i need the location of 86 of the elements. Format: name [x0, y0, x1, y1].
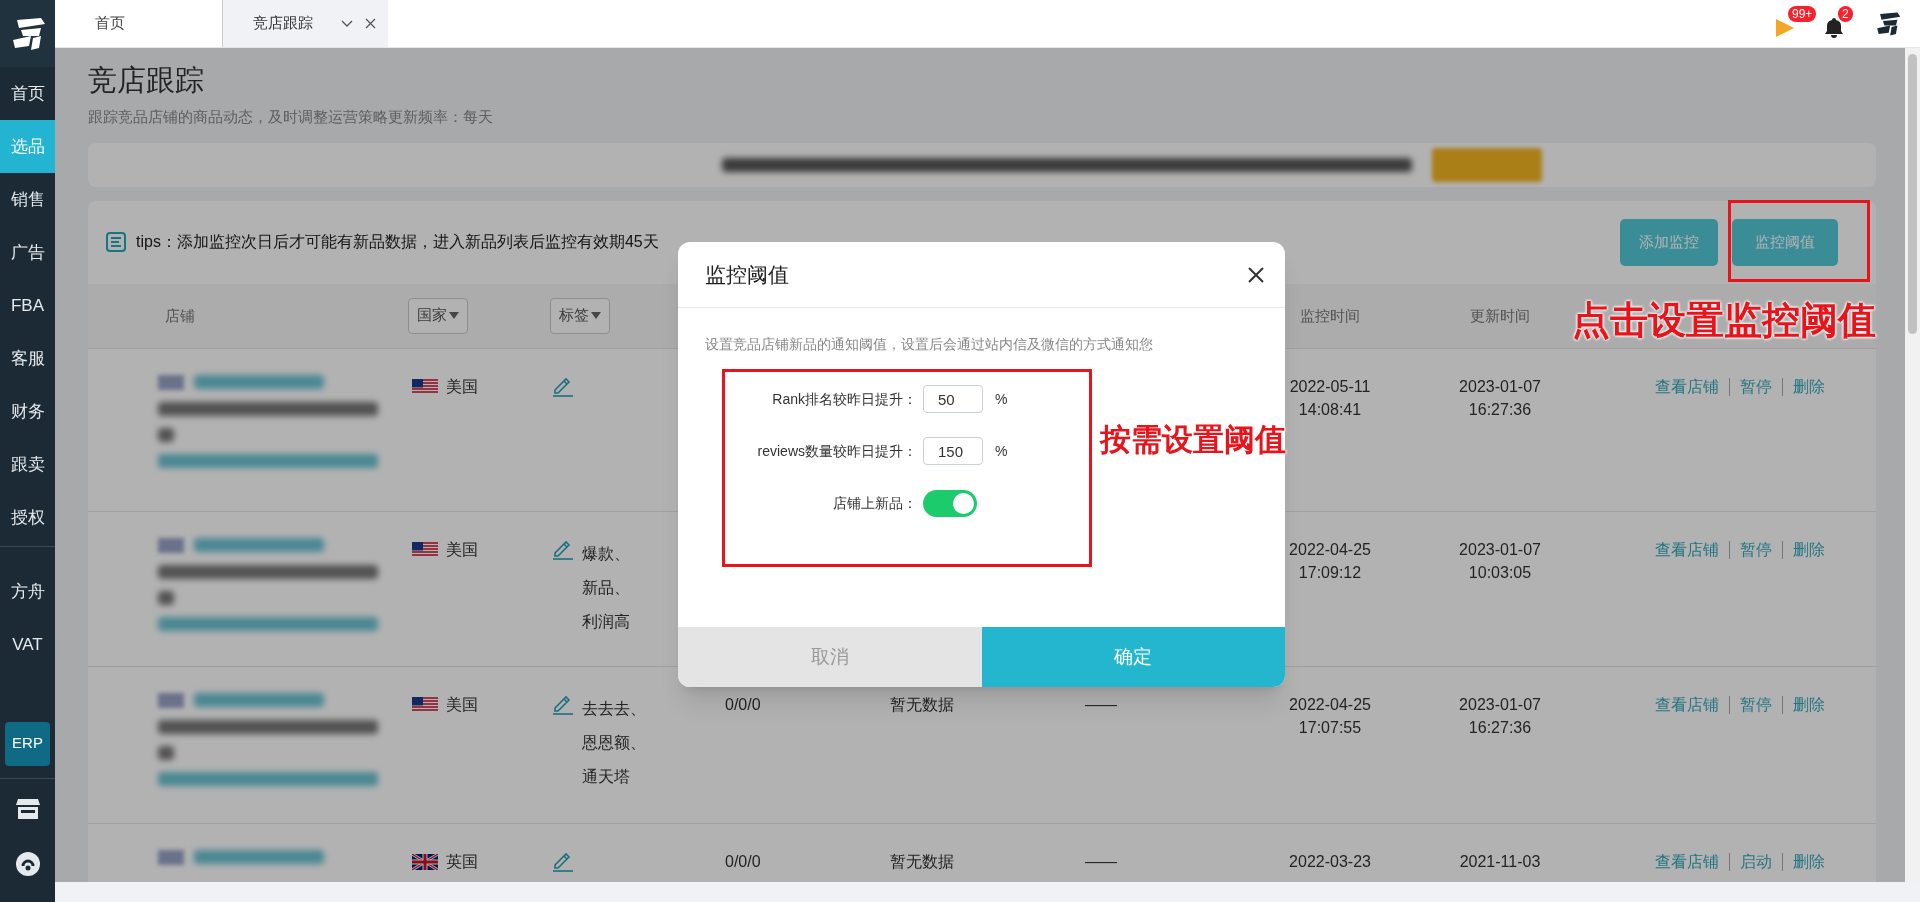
table-cell-text: 16:27:36 — [1468, 717, 1532, 738]
sidebar-item[interactable]: 首页 — [0, 67, 55, 120]
sidebar-item[interactable]: FBA — [0, 279, 55, 332]
table-cell: —— — [1085, 695, 1117, 713]
badge: 99+ — [1788, 5, 1817, 22]
table-cell: 暂无数据 — [890, 852, 954, 870]
tag-text: 爆款、 — [582, 543, 630, 564]
headset-icon[interactable] — [14, 850, 41, 877]
tag-text: 通天塔 — [582, 766, 631, 787]
table-cell-text: 2023-01-07 — [1459, 694, 1541, 715]
table-cell-text: 16:27:36 — [1468, 399, 1532, 420]
caret-icon — [591, 312, 601, 319]
unit-label: % — [995, 441, 1008, 461]
close-icon[interactable] — [1247, 265, 1265, 284]
country-name: 美国 — [446, 539, 478, 560]
number-input[interactable]: 150 — [923, 437, 983, 465]
document-icon — [106, 232, 126, 252]
table-cell: 0/0/0 — [725, 852, 761, 870]
blurred-flag — [158, 537, 184, 553]
field-label: reviews数量较昨日提升： — [756, 441, 917, 461]
table-cell-text: 17:07:55 — [1298, 717, 1362, 738]
blurred-text — [158, 745, 174, 760]
us-flag-icon — [412, 541, 438, 558]
table-cell-text: 17:09:12 — [1298, 562, 1362, 583]
table-cell-text: 2022-05-11 — [1289, 376, 1371, 397]
table-cell-text: 2023-01-07 — [1459, 376, 1541, 397]
tips-text: tips：添加监控次日后才可能有新品数据，进入新品列表后监控有效期45天 — [136, 232, 659, 252]
unit-label: % — [995, 389, 1008, 409]
page-subtitle: 跟踪竞品店铺的商品动态，及时调整运营策略更新频率：每天 — [88, 107, 494, 127]
chevron-down-icon[interactable] — [341, 19, 353, 28]
annotation-text: 按需设置阈值 — [1100, 421, 1286, 459]
flag-icon[interactable] — [1774, 17, 1794, 38]
number-input[interactable]: 50 — [923, 385, 983, 413]
table-cell-text: 2022-04-25 — [1289, 694, 1371, 715]
sidebar-item[interactable]: 跟卖 — [0, 438, 55, 491]
column-header: 更新时间 — [1470, 306, 1530, 324]
field-label: 店铺上新品： — [832, 493, 917, 513]
tag-text: 利润高 — [582, 611, 630, 632]
table-cell-text: 2022-03-23 — [1289, 851, 1371, 872]
close-icon[interactable] — [365, 18, 376, 29]
tag-text: 去去去、 — [582, 698, 646, 719]
bell-icon[interactable] — [1824, 16, 1844, 38]
table-cell-text: 2023-01-07 — [1459, 539, 1541, 560]
table-cell: 0/0/0 — [725, 695, 761, 713]
erp-button[interactable]: ERP — [5, 721, 50, 766]
caret-icon — [449, 312, 459, 319]
avatar-logo-icon[interactable] — [1874, 10, 1902, 37]
tag-text: 恩恩额、 — [582, 732, 646, 753]
country-name: 英国 — [446, 851, 478, 872]
table-cell-text: 10:03:05 — [1468, 562, 1532, 583]
modal-title: 监控阈值 — [705, 261, 789, 288]
filter-dropdown[interactable]: 国家 — [408, 297, 468, 334]
blurred-flag — [158, 374, 184, 390]
table-cell-text: 2021-11-03 — [1459, 851, 1541, 872]
toggle-switch[interactable] — [923, 489, 977, 517]
blurred-text — [158, 427, 174, 442]
sidebar-item[interactable]: VAT — [0, 618, 55, 671]
us-flag-icon — [412, 378, 438, 395]
filter-dropdown[interactable]: 标签 — [550, 297, 610, 334]
sidebar-item[interactable]: 授权 — [0, 491, 55, 544]
blurred-text — [158, 590, 174, 605]
scrollbar[interactable] — [1905, 48, 1920, 882]
column-header: 店铺 — [165, 306, 195, 324]
tab[interactable]: 竞店跟踪 — [222, 0, 388, 47]
table-cell-text: 14:08:41 — [1298, 399, 1362, 420]
sidebar-item[interactable]: 方舟 — [0, 565, 55, 618]
sidebar-item[interactable]: 销售 — [0, 173, 55, 226]
badge: 2 — [1838, 5, 1853, 22]
sidebar-item[interactable]: 客服 — [0, 332, 55, 385]
table-cell: —— — [1085, 852, 1117, 870]
table-cell: 暂无数据 — [890, 695, 954, 713]
modal-description: 设置竞品店铺新品的通知阈值，设置后会通过站内信及微信的方式通知您 — [704, 335, 1154, 354]
annotation-text: 点击设置监控阈值 — [1572, 298, 1876, 342]
blurred-flag — [158, 692, 184, 708]
column-header: 监控时间 — [1300, 306, 1360, 324]
uk-flag-icon — [412, 853, 438, 870]
country-name: 美国 — [446, 376, 478, 397]
sidebar-item[interactable]: 财务 — [0, 385, 55, 438]
us-flag-icon — [412, 696, 438, 713]
sidebar-item[interactable]: 广告 — [0, 226, 55, 279]
page-title: 竞店跟踪 — [88, 63, 205, 98]
country-name: 美国 — [446, 694, 478, 715]
blurred-flag — [158, 849, 184, 865]
field-label: Rank排名较昨日提升： — [771, 389, 917, 409]
table-cell-text: 2022-04-25 — [1289, 539, 1371, 560]
tag-text: 新品、 — [582, 577, 630, 598]
